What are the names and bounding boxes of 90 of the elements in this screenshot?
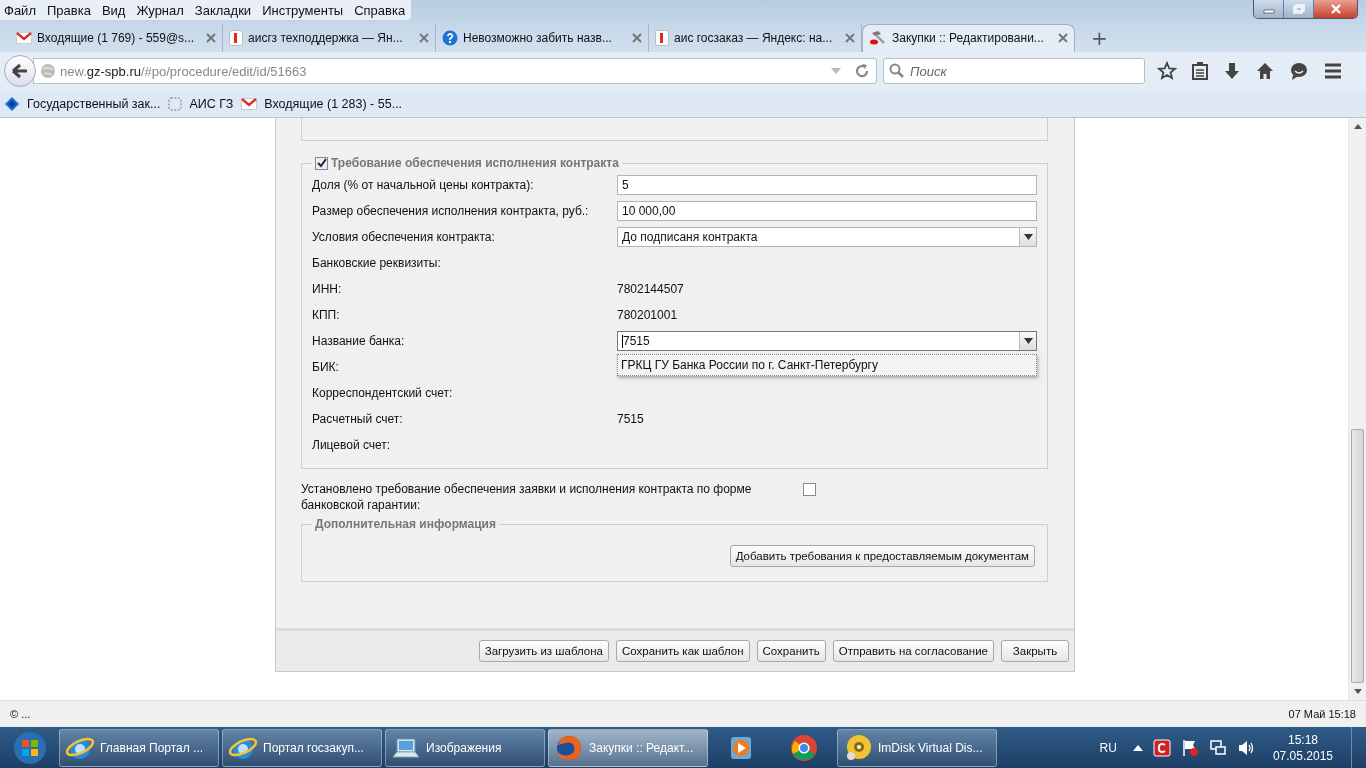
close-icon[interactable] xyxy=(206,32,216,43)
mail-icon xyxy=(241,98,258,111)
field-label: Расчетный счет: xyxy=(312,412,404,426)
minimize-button[interactable] xyxy=(1254,0,1284,18)
bookmark-item[interactable]: АИС ГЗ xyxy=(168,97,234,112)
taskbar-button[interactable]: Главная Портал ... xyxy=(59,728,219,767)
globe-icon xyxy=(40,63,56,80)
bookmark-item[interactable]: Входящие (1 283) - 55... xyxy=(241,97,403,112)
taskbar-button[interactable]: ImDisk Virtual Dis... xyxy=(837,728,997,767)
field-label: Размер обеспечения исполнения контракта, руб.: xyxy=(312,204,590,218)
browser-tab[interactable]: аисгз техподдержка — Ян... xyxy=(223,23,436,52)
antivirus-icon[interactable] xyxy=(1152,738,1171,757)
close-icon[interactable] xyxy=(419,32,429,43)
mail-icon xyxy=(16,31,32,44)
form-button[interactable]: Загрузить из шаблона xyxy=(478,640,609,662)
star-icon[interactable] xyxy=(1157,61,1177,82)
dropdown-arrow-icon[interactable] xyxy=(1023,338,1033,344)
checkbox[interactable] xyxy=(803,483,816,496)
chat-icon[interactable] xyxy=(1289,61,1309,82)
status-text: © ... xyxy=(10,708,31,720)
taskbar-button[interactable]: Изображения xyxy=(385,728,545,767)
browser-tab[interactable]: аис госзаказ — Яндекс: на... xyxy=(649,23,862,52)
language-indicator[interactable]: RU xyxy=(1099,740,1117,755)
browser-tab[interactable]: Невозможно забить назв... xyxy=(436,23,649,52)
form-button[interactable]: Сохранить как шаблон xyxy=(616,640,750,662)
field-label: КПП: xyxy=(312,308,341,322)
menu-item[interactable]: Закладки xyxy=(194,2,252,18)
field-label: Банковские реквизиты: xyxy=(312,256,442,270)
form-button[interactable]: Отправить на согласование xyxy=(832,640,994,662)
field-label: Установлено требование обеспечения заявки и исполнения контракта по форме банковской гарантии: xyxy=(301,481,753,513)
dropdown-arrow-icon[interactable] xyxy=(1023,234,1033,240)
maximize-button[interactable] xyxy=(1284,0,1314,18)
menu-item[interactable]: Инструменты xyxy=(262,2,344,18)
clock[interactable]: 15:18 07.05.2015 xyxy=(1272,731,1333,764)
reading-list-icon[interactable] xyxy=(1191,61,1209,82)
restore-icon xyxy=(1292,4,1305,14)
tray-expand-icon[interactable] xyxy=(1132,743,1143,752)
close-icon[interactable] xyxy=(845,32,855,43)
field-value: 7802144507 xyxy=(617,282,684,296)
combo-field[interactable]: 7515 xyxy=(617,331,1037,351)
form-button[interactable]: Закрыть xyxy=(1001,640,1069,662)
field-label: Корреспондентский счет: xyxy=(312,386,454,400)
back-button[interactable] xyxy=(4,55,36,88)
menu-item[interactable]: Файл xyxy=(4,2,36,18)
form-button[interactable]: Сохранить xyxy=(756,640,826,662)
close-icon[interactable] xyxy=(632,32,642,43)
hammer-icon xyxy=(869,30,887,47)
network-icon[interactable] xyxy=(1208,738,1227,757)
field-value: 780201001 xyxy=(617,308,678,322)
field-label: Название банка: xyxy=(312,334,406,348)
browser-tab[interactable]: Входящие (1 769) - 559@s... xyxy=(10,23,223,52)
close-button[interactable] xyxy=(1314,0,1357,18)
field-label: Доля (% от начальной цены контракта): xyxy=(312,178,535,192)
section-title: Требование обеспечения исполнения контракта xyxy=(331,156,619,170)
menu-item[interactable]: Справка xyxy=(354,2,406,18)
menu-item[interactable]: Журнал xyxy=(136,2,184,18)
reload-icon[interactable] xyxy=(854,63,870,80)
address-field[interactable]: new.gz-spb.ru/#po/procedure/edit/id/51663 xyxy=(33,58,877,85)
checkbox[interactable] xyxy=(315,156,328,170)
close-icon xyxy=(1329,4,1342,14)
status-datetime: 07 Май 15:18 xyxy=(1288,708,1356,720)
taskbar-button[interactable]: Портал госзакуп... xyxy=(222,728,382,767)
input-field[interactable]: 10 000,00 xyxy=(617,201,1037,221)
search-field[interactable]: Поиск xyxy=(883,58,1145,85)
flag-icon[interactable] xyxy=(1180,738,1199,757)
scrollbar[interactable] xyxy=(1348,118,1366,700)
field-label: ИНН: xyxy=(312,282,343,296)
field-label: Лицевой счет: xyxy=(312,438,392,452)
bookmark-item[interactable]: Государственный зак... xyxy=(4,96,161,113)
input-field[interactable]: 5 xyxy=(617,175,1037,195)
diamond-icon xyxy=(4,96,20,113)
speaker-icon[interactable] xyxy=(1236,738,1255,757)
add-requirements-button[interactable]: Добавить требования к предоставляемым документам xyxy=(729,545,1035,567)
field-label: Условия обеспечения контракта: xyxy=(312,230,496,244)
close-icon[interactable] xyxy=(1058,33,1068,44)
scroll-up-icon[interactable] xyxy=(1353,124,1362,129)
field-label: БИК: xyxy=(312,360,340,374)
menu-item[interactable]: Вид xyxy=(101,2,126,18)
section-title: Дополнительная информация xyxy=(315,517,496,531)
help-icon xyxy=(442,29,458,46)
back-arrow-icon xyxy=(11,63,29,80)
dropdown-option[interactable]: ГРКЦ ГУ Банка России по г. Санкт-Петербургу xyxy=(618,355,1036,375)
new-tab-button[interactable]: + xyxy=(1085,23,1114,52)
select-field[interactable]: До подписаня контракта xyxy=(617,227,1037,247)
blank-page-icon xyxy=(168,97,183,112)
menu-item[interactable]: Правка xyxy=(46,2,91,18)
home-icon[interactable] xyxy=(1255,61,1275,82)
scroll-down-icon[interactable] xyxy=(1353,689,1362,694)
field-value: 7515 xyxy=(617,412,644,426)
browser-tab[interactable]: Закупки :: Редактировани... xyxy=(862,23,1075,52)
